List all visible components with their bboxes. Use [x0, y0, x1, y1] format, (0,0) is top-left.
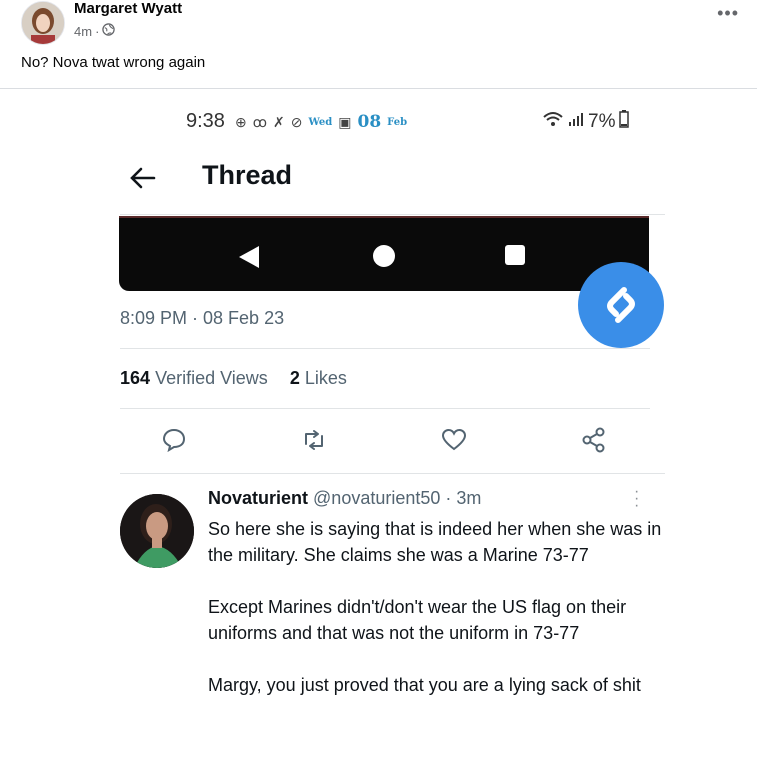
more-dots-icon[interactable]: ••• [717, 4, 739, 22]
views-label[interactable]: Verified Views [155, 368, 268, 388]
tweet-actions [60, 426, 696, 456]
thread-header: Thread [60, 154, 696, 204]
reply-time: · 3m [445, 488, 482, 508]
embedded-screenshot[interactable]: 9:38 ⊕ ꝏ ✗ ⊘ Wed ▣ 08 Feb 7% Thread 8:09… [60, 96, 696, 771]
meta-separator: · [95, 23, 100, 39]
date-label: 08 [357, 112, 382, 132]
reply-name[interactable]: Novaturient [208, 488, 308, 508]
thread-title: Thread [202, 160, 293, 190]
author-avatar[interactable] [21, 1, 65, 45]
views-count[interactable]: 164 [120, 368, 150, 388]
reply-paragraph: Except Marines didn't/don't wear the US … [208, 597, 627, 643]
reply-avatar[interactable] [120, 494, 194, 568]
tweet-timestamp: 8:09 PM · 08 Feb 23 [120, 308, 285, 328]
reply-paragraph: Margy, you just proved that you are a ly… [208, 675, 641, 695]
reply-handle[interactable]: @novaturient50 [313, 488, 440, 508]
nav-recents-icon[interactable] [505, 245, 525, 265]
back-arrow-icon[interactable] [128, 163, 158, 193]
timestamp-divider [120, 348, 650, 349]
reply-more-icon[interactable]: · · · [634, 484, 639, 514]
reply-header: Novaturient @novaturient50 · 3m [208, 488, 481, 509]
status-icons: ⊕ ꝏ ✗ ⊘ Wed ▣ 08 Feb [235, 112, 407, 132]
post-meta: 4m · [74, 23, 116, 39]
shazam-status-icon: ⊘ [290, 113, 303, 130]
shazam-icon[interactable] [578, 262, 664, 348]
stats-divider [120, 408, 650, 409]
battery-percent: 7% [588, 111, 616, 132]
vpn-icon: ⊕ [235, 113, 247, 130]
likes-count[interactable]: 2 [290, 368, 300, 388]
wifi-icon [542, 111, 564, 133]
reply-paragraph: So here she is saying that is indeed her… [208, 519, 662, 565]
facebook-post: Margaret Wyatt 4m · ••• No? Nova twat wr… [0, 0, 757, 771]
actions-divider [120, 473, 665, 474]
voicemail-icon: ꝏ [252, 113, 267, 130]
reply-body: So here she is saying that is indeed her… [208, 516, 668, 698]
header-divider [120, 214, 665, 215]
missed-call-icon: ✗ [273, 113, 285, 130]
nav-back-icon[interactable] [239, 246, 259, 268]
nav-home-icon[interactable] [373, 245, 395, 267]
signal-icon [568, 111, 584, 133]
phone-status-bar: 9:38 ⊕ ꝏ ✗ ⊘ Wed ▣ 08 Feb 7% [60, 108, 696, 136]
battery-icon [619, 110, 630, 134]
status-time: 9:38 [186, 110, 225, 132]
image-icon: ▣ [338, 113, 352, 130]
post-caption: No? Nova twat wrong again [21, 54, 206, 71]
retweet-icon[interactable] [300, 426, 328, 454]
globe-icon [102, 23, 116, 39]
status-right: 7% [542, 110, 630, 134]
reply-icon[interactable] [160, 426, 188, 454]
weekday-label: Wed [308, 116, 333, 128]
share-icon[interactable] [580, 426, 608, 454]
tweet-stats: 164 Verified Views 2 Likes [120, 368, 347, 389]
month-label: Feb [387, 116, 408, 128]
post-time[interactable]: 4m [74, 24, 92, 39]
android-nav-bar [119, 216, 649, 291]
like-icon[interactable] [440, 426, 468, 454]
author-name[interactable]: Margaret Wyatt [74, 0, 182, 17]
likes-label[interactable]: Likes [305, 368, 347, 388]
post-header: Margaret Wyatt 4m · ••• No? Nova twat wr… [0, 0, 757, 89]
